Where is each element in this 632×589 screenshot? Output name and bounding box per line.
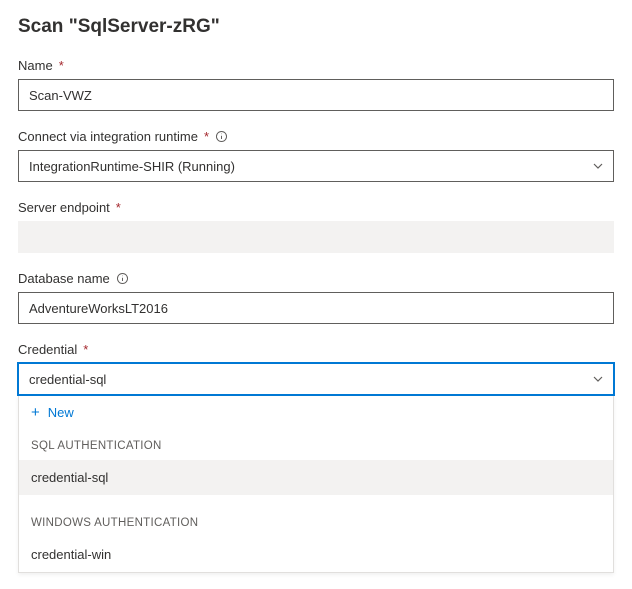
runtime-select-value: IntegrationRuntime-SHIR (Running) — [29, 159, 235, 174]
name-input[interactable] — [18, 79, 614, 111]
database-label-text: Database name — [18, 271, 110, 286]
page-title: Scan "SqlServer-zRG" — [18, 16, 614, 38]
field-runtime: Connect via integration runtime * Integr… — [18, 129, 614, 182]
credential-new-option[interactable]: + New — [19, 395, 613, 430]
field-database: Database name — [18, 271, 614, 324]
name-label: Name * — [18, 58, 614, 73]
credential-select-value: credential-sql — [29, 372, 106, 387]
endpoint-label-text: Server endpoint — [18, 200, 110, 215]
field-endpoint: Server endpoint * — [18, 200, 614, 253]
credential-new-label: New — [48, 405, 74, 420]
credential-group-header: SQL AUTHENTICATION — [19, 430, 613, 460]
runtime-label-text: Connect via integration runtime — [18, 129, 198, 144]
credential-option-sql[interactable]: credential-sql — [19, 460, 613, 495]
info-icon[interactable] — [116, 272, 129, 285]
required-indicator: * — [83, 342, 88, 357]
database-label: Database name — [18, 271, 614, 286]
field-credential: Credential * credential-sql + New SQL AU… — [18, 342, 614, 573]
credential-group-header: WINDOWS AUTHENTICATION — [19, 507, 613, 537]
required-indicator: * — [59, 58, 64, 73]
credential-label: Credential * — [18, 342, 614, 357]
name-label-text: Name — [18, 58, 53, 73]
required-indicator: * — [204, 129, 209, 144]
runtime-label: Connect via integration runtime * — [18, 129, 614, 144]
credential-select[interactable]: credential-sql — [18, 363, 614, 395]
endpoint-input[interactable] — [18, 221, 614, 253]
credential-label-text: Credential — [18, 342, 77, 357]
info-icon[interactable] — [215, 130, 228, 143]
dropdown-separator — [19, 495, 613, 507]
required-indicator: * — [116, 200, 121, 215]
credential-dropdown: + New SQL AUTHENTICATION credential-sql … — [18, 395, 614, 573]
field-name: Name * — [18, 58, 614, 111]
plus-icon: + — [31, 405, 40, 420]
runtime-select[interactable]: IntegrationRuntime-SHIR (Running) — [18, 150, 614, 182]
endpoint-label: Server endpoint * — [18, 200, 614, 215]
credential-option-win[interactable]: credential-win — [19, 537, 613, 572]
database-input[interactable] — [18, 292, 614, 324]
